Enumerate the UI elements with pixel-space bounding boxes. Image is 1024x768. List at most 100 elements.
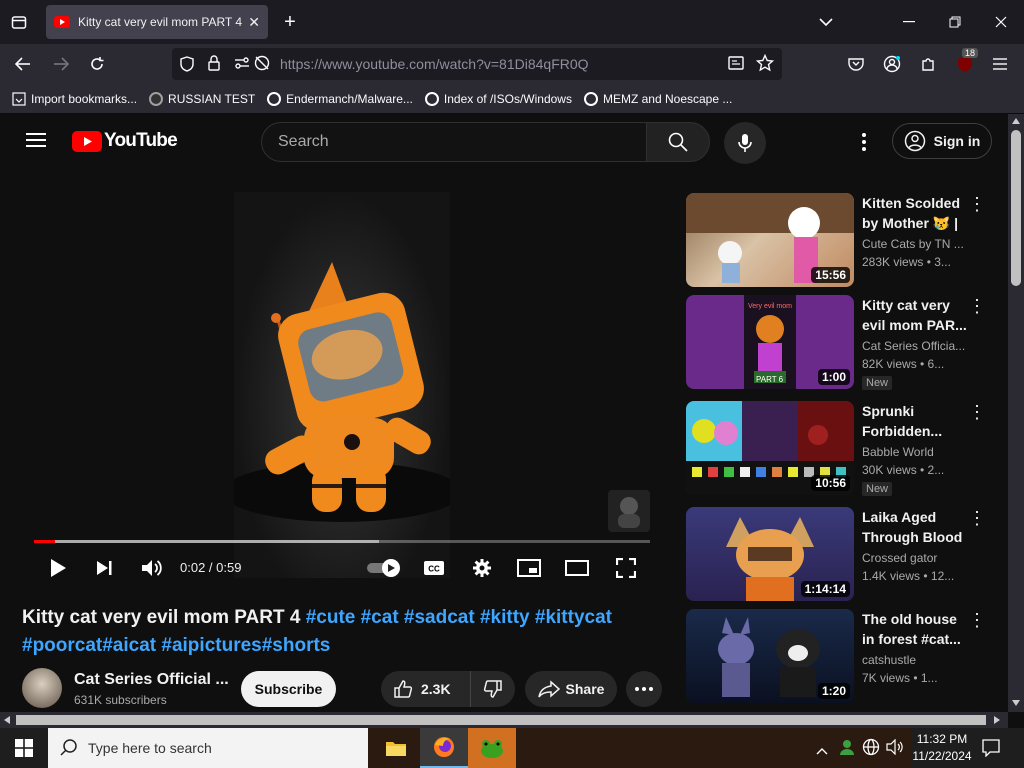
ublock-extension-icon[interactable]: 18 [954,48,979,74]
reader-view-icon[interactable] [728,56,744,73]
video-thumbnail[interactable]: 1:20 [686,609,854,703]
bookmark-memz[interactable]: MEMZ and Noescape ... [583,91,732,106]
scroll-up-arrow-icon[interactable] [1012,118,1020,124]
firefox-taskbar-button[interactable] [420,728,468,768]
video-thumbnail[interactable]: Very evil mom PART 6 1:00 [686,295,854,389]
recommendation-channel[interactable]: Crossed gator [862,551,968,565]
subscribe-button[interactable]: Subscribe [241,671,336,707]
bookmark-import[interactable]: Import bookmarks... [12,92,137,106]
voice-search-button[interactable] [724,122,766,164]
permissions-icon[interactable] [234,56,250,73]
vertical-scrollbar[interactable] [1008,114,1024,712]
guide-menu-icon[interactable] [26,132,46,153]
scroll-left-arrow-icon[interactable] [4,716,10,724]
tab-close-icon[interactable]: ✕ [248,14,260,31]
kebab-menu-icon[interactable]: ⋮ [968,611,986,631]
channel-name[interactable]: Cat Series Official ... [74,671,229,689]
bookmark-isos[interactable]: Index of /ISOs/Windows [424,91,572,106]
network-globe-icon[interactable] [862,738,880,761]
active-tab[interactable]: Kitty cat very evil mom PART 4 ✕ [46,5,268,39]
settings-button[interactable] [470,556,494,580]
recommendation-title[interactable]: Sprunki Forbidden... [862,401,968,441]
kebab-menu-icon[interactable]: ⋮ [968,297,986,317]
more-actions-button[interactable] [626,671,662,707]
kebab-menu-icon[interactable]: ⋮ [968,195,986,215]
kebab-menu-icon[interactable]: ⋮ [968,509,986,529]
subtitles-button[interactable]: CC [422,556,446,580]
extensions-puzzle-icon[interactable] [918,54,938,74]
recommendation-title[interactable]: The old house in forest #cat... [862,609,968,649]
video-thumbnail[interactable]: 1:14:14 [686,507,854,601]
speaker-volume-icon[interactable] [886,738,904,760]
recommendation-item[interactable]: 15:56 Kitten Scolded by Mother 😿 | ... C… [686,193,996,287]
recommendation-item[interactable]: Very evil mom PART 6 1:00 Kitty cat very… [686,295,996,390]
recommendation-item[interactable]: 10:56 Sprunki Forbidden... Babble World … [686,401,996,496]
fullscreen-button[interactable] [614,556,638,580]
tab-list-icon[interactable] [8,12,30,32]
next-button[interactable] [92,556,116,580]
search-input[interactable]: Search [261,122,647,162]
channel-avatar[interactable] [22,668,62,708]
progress-bar[interactable] [34,540,650,543]
pocket-icon[interactable] [846,54,866,74]
recommendation-item[interactable]: 1:20 The old house in forest #cat... cat… [686,609,996,703]
file-explorer-taskbar-button[interactable] [372,728,420,768]
scroll-down-arrow-icon[interactable] [1012,700,1020,706]
video-frame[interactable] [234,192,450,578]
horizontal-scrollbar[interactable] [0,712,1008,728]
autoplay-blocked-icon[interactable] [254,55,270,74]
reload-icon[interactable] [86,54,108,74]
bookmark-russian-test[interactable]: RUSSIAN TEST [149,91,255,106]
lock-icon[interactable] [208,55,220,74]
hashtag-links[interactable]: #poorcat#aicat #aipictures#shorts [22,635,330,656]
bookmark-star-icon[interactable] [755,53,775,75]
hashtag-links[interactable]: #cute #cat #sadcat #kitty #kittycat [306,607,612,628]
kebab-menu-icon[interactable]: ⋮ [968,403,986,423]
video-thumbnail[interactable]: 15:56 [686,193,854,287]
scroll-right-arrow-icon[interactable] [994,716,1000,724]
frog-app-taskbar-button[interactable] [468,728,516,768]
channel-watermark-icon[interactable] [608,490,650,532]
bookmark-endermanch[interactable]: Endermanch/Malware... [267,91,413,106]
sign-in-button[interactable]: Sign in [892,123,992,159]
taskbar-clock[interactable]: 11:32 PM 11/22/2024 [910,731,974,765]
scrollbar-thumb[interactable] [16,715,986,725]
recommendation-channel[interactable]: Cute Cats by TN ... [862,237,968,251]
video-thumbnail[interactable]: 10:56 [686,401,854,495]
forward-arrow-icon[interactable] [50,54,72,74]
close-window-icon[interactable] [990,12,1012,32]
hamburger-menu-icon[interactable] [990,54,1010,74]
account-icon[interactable] [882,54,902,74]
recommendation-title[interactable]: Kitten Scolded by Mother 😿 | ... [862,193,968,233]
recommendation-channel[interactable]: catshustle [862,653,968,667]
video-player[interactable]: 0:02 / 0:59 CC [22,178,662,596]
recommendation-channel[interactable]: Cat Series Officia... [862,339,968,353]
settings-kebab-icon[interactable] [858,132,870,152]
restore-window-icon[interactable] [944,12,966,32]
search-button[interactable] [646,122,710,162]
recommendation-title[interactable]: Kitty cat very evil mom PAR... [862,295,968,335]
autoplay-toggle[interactable] [366,556,402,580]
volume-button[interactable] [140,556,164,580]
dislike-button[interactable] [471,671,515,707]
scrollbar-thumb[interactable] [1011,130,1021,286]
share-button[interactable]: Share [525,671,617,707]
recommendation-item[interactable]: 1:14:14 Laika Aged Through Blood Crossed… [686,507,996,601]
url-bar[interactable]: https://www.youtube.com/watch?v=81Di84qF… [172,48,782,80]
minimize-window-icon[interactable] [898,12,920,32]
miniplayer-button[interactable] [516,556,542,580]
shield-icon[interactable] [180,56,194,75]
taskbar-search-input[interactable]: Type here to search [48,728,368,768]
start-button[interactable] [0,728,48,768]
recommendation-title[interactable]: Laika Aged Through Blood [862,507,968,547]
play-button[interactable] [46,556,70,580]
youtube-logo[interactable]: YouTube [72,130,178,152]
show-hidden-icons-chevron-icon[interactable] [816,742,828,760]
notifications-icon[interactable] [982,739,1000,762]
like-button[interactable]: 2.3K [381,671,471,707]
recommendation-channel[interactable]: Babble World [862,445,968,459]
theater-mode-button[interactable] [564,556,590,580]
back-arrow-icon[interactable] [12,54,34,74]
user-tray-icon[interactable] [838,738,856,761]
new-tab-icon[interactable]: + [280,11,300,33]
